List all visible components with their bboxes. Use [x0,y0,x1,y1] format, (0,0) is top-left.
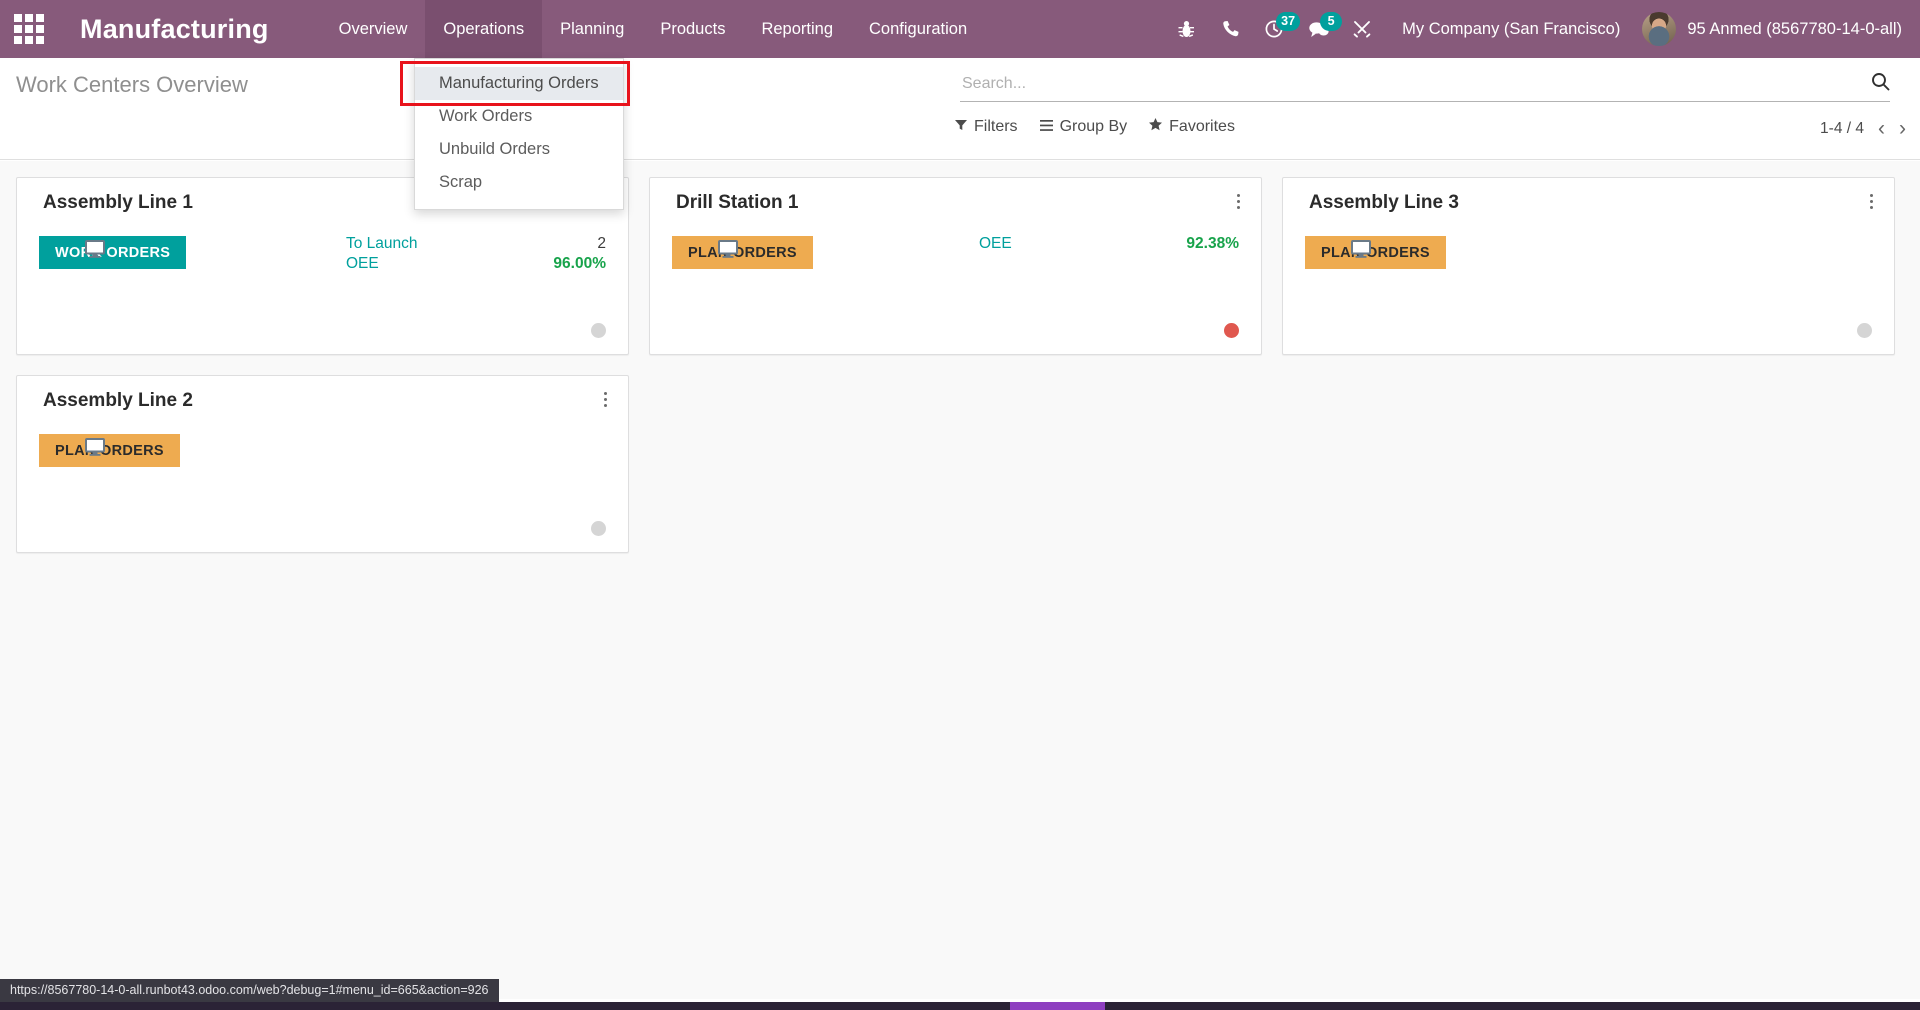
apps-grid-icon[interactable] [0,0,58,58]
card-stat-label[interactable]: OEE [346,254,379,274]
card-action-button[interactable]: PLAN ORDERS [1305,236,1446,269]
hamburger-icon [1039,118,1053,136]
card-action-button[interactable]: WORK ORDERS [39,236,187,269]
star-icon [1149,118,1163,136]
menu-item-products[interactable]: Products [642,0,743,58]
top-navbar: Manufacturing Overview Operations Planning… [0,0,1920,58]
monitor-icon[interactable] [1351,240,1371,263]
card-stat-row: OEE 92.38% [979,234,1239,254]
filters-button[interactable]: Filters [955,118,1018,136]
menu-item-overview[interactable]: Overview [321,0,426,58]
work-center-title: Assembly Line 2 [43,390,193,411]
monitor-icon[interactable] [718,240,738,263]
menu-item-configuration[interactable]: Configuration [851,0,985,58]
main-menu: Overview Operations Planning Products Report… [321,0,986,58]
pager-next-icon[interactable]: › [1899,118,1906,139]
work-center-card[interactable]: Assembly Line 2 PLAN ORDERS [16,375,629,553]
card-stat-label[interactable]: OEE [979,234,1012,254]
card-kebab-menu-icon[interactable] [596,388,614,410]
user-name-label: 95 Anmed (8567780-14-0-all) [1687,19,1902,38]
card-stat-value: 92.38% [1186,235,1239,252]
card-stats: To Launch 2 OEE 96.00% [346,234,606,275]
card-stat-row: To Launch 2 [346,234,606,254]
filters-label: Filters [974,118,1018,135]
menu-item-planning[interactable]: Planning [542,0,642,58]
status-indicator-dot [1224,323,1239,338]
pager: 1-4 / 4 ‹ › [1820,118,1906,139]
card-action-button[interactable]: PLAN ORDERS [39,434,180,467]
menu-item-label: Configuration [869,19,968,38]
search-input[interactable] [960,74,1871,97]
pager-previous-icon[interactable]: ‹ [1878,118,1885,139]
menu-item-label: Overview [338,19,408,38]
magnifier-icon[interactable] [1871,72,1890,100]
favorites-label: Favorites [1169,118,1235,135]
status-indicator-dot [1857,323,1872,338]
card-kebab-menu-icon[interactable] [1862,190,1880,212]
group-by-label: Group By [1059,118,1128,135]
app-brand-title: Manufacturing [80,13,269,44]
favorites-button[interactable]: Favorites [1149,118,1235,136]
work-center-title: Assembly Line 1 [43,192,193,213]
work-center-card[interactable]: Drill Station 1 PLAN ORDERS OEE 92.38% [649,177,1262,355]
card-action-button[interactable]: PLAN ORDERS [672,236,813,269]
monitor-icon[interactable] [85,438,105,461]
tools-icon[interactable] [1340,0,1384,58]
work-center-title: Drill Station 1 [676,192,799,213]
browser-status-url: https://8567780-14-0-all.runbot43.odoo.c… [0,979,499,1002]
navbar-right-zone: 37 5 My Company (San Francisco) 95 Anmed… [1164,0,1920,58]
operations-dropdown-menu: Manufacturing Orders Work Orders Unbuild O… [414,58,624,210]
menu-item-label: Reporting [761,19,833,38]
menu-item-label: Operations [443,19,525,38]
phone-icon[interactable] [1208,0,1252,58]
avatar [1642,12,1677,46]
dropdown-item-manufacturing-orders[interactable]: Manufacturing Orders [415,67,623,100]
card-stat-row: OEE 96.00% [346,254,606,274]
work-center-title: Assembly Line 3 [1309,192,1459,213]
activity-clock-icon[interactable]: 37 [1252,0,1301,58]
control-panel: Work Centers Overview Filters Group By [0,58,1920,160]
menu-item-label: Planning [560,19,625,38]
pager-count: 1-4 / 4 [1820,119,1864,137]
card-stat-value: 96.00% [553,255,606,273]
search-bar[interactable] [960,70,1890,102]
company-selector[interactable]: My Company (San Francisco) [1402,20,1620,39]
card-stat-value: 2 [597,235,606,252]
dropdown-item-work-orders[interactable]: Work Orders [415,100,623,133]
card-stat-label[interactable]: To Launch [346,234,418,254]
work-centers-kanban: Assembly Line 1 WORK ORDERS To Launch 2 OEE 9… [0,161,1920,999]
menu-item-label: Products [660,19,726,38]
dropdown-item-unbuild-orders[interactable]: Unbuild Orders [415,133,623,166]
breadcrumb: Work Centers Overview [16,72,248,97]
control-panel-buttons: Filters Group By Favorites [955,118,1235,136]
messages-count-badge: 5 [1320,12,1343,31]
work-center-card[interactable]: Assembly Line 3 PLAN ORDERS [1282,177,1895,355]
status-indicator-dot [591,323,606,338]
filter-funnel-icon [955,118,967,136]
user-menu[interactable]: 95 Anmed (8567780-14-0-all) [1642,12,1902,46]
menu-item-operations[interactable]: Operations [425,0,543,58]
card-kebab-menu-icon[interactable] [1229,190,1247,212]
group-by-button[interactable]: Group By [1039,118,1128,136]
monitor-icon[interactable] [85,240,105,263]
status-indicator-dot [591,521,606,536]
os-taskbar[interactable] [0,1002,1920,1010]
dropdown-item-scrap[interactable]: Scrap [415,166,623,199]
card-stats: OEE 92.38% [979,234,1239,254]
taskbar-active-window[interactable] [1010,1002,1105,1010]
bug-icon[interactable] [1164,0,1208,58]
messages-icon[interactable]: 5 [1296,0,1343,58]
menu-item-reporting[interactable]: Reporting [743,0,851,58]
